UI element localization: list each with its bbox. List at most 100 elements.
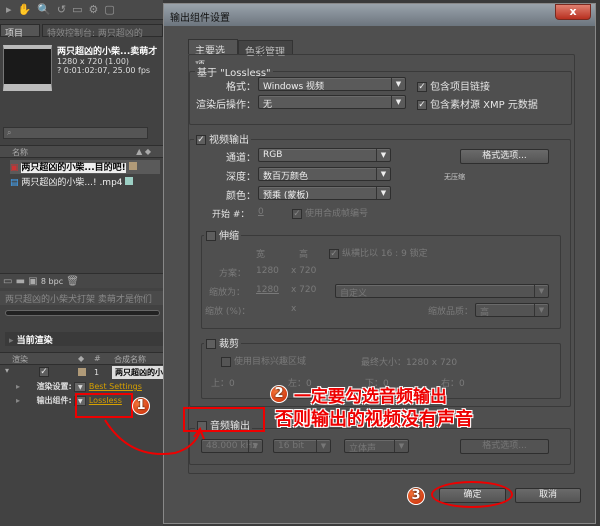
comp-thumbnail bbox=[3, 45, 52, 91]
name-column[interactable]: 名称 bbox=[12, 148, 28, 157]
render-settings-link[interactable]: Best Settings bbox=[89, 382, 142, 391]
stretch-checkbox[interactable]: 伸缩 bbox=[204, 227, 241, 242]
use-comp-frame-checkbox[interactable]: ✓ 使用合成帧编号 bbox=[292, 206, 368, 219]
tab-effect-controls[interactable]: 特效控制台: 两只超凶的 bbox=[42, 24, 163, 39]
chevron-down-icon: ▼ bbox=[376, 187, 390, 199]
list-item[interactable]: ▣ 两只超凶的小柴...目的吧! bbox=[10, 160, 160, 174]
height-header: 高 bbox=[299, 250, 309, 260]
list-header[interactable]: 名称 ▲ ◆ bbox=[0, 145, 163, 158]
trash-icon[interactable]: 🗑 bbox=[66, 276, 79, 287]
current-render-section[interactable]: ▸ 当前渲染 bbox=[5, 332, 163, 346]
new-comp-icon[interactable]: ▣ bbox=[28, 276, 37, 287]
tab-main-options[interactable]: 主要选项 bbox=[188, 39, 238, 72]
chevron-down-icon: ▼ bbox=[391, 96, 405, 108]
render-settings-dropdown[interactable]: ▼ bbox=[74, 381, 87, 392]
chevron-down-icon: ▼ bbox=[394, 440, 408, 452]
stretch-width-input[interactable]: 1280 bbox=[256, 285, 279, 295]
include-xmp-checkbox[interactable]: ✓ 包含素材源 XMP 元数据 bbox=[417, 96, 538, 111]
start-label: 开始 #： bbox=[212, 210, 250, 220]
format-select[interactable]: Windows 视频 ▼ bbox=[258, 77, 406, 92]
bit-depth[interactable]: 8 bpc bbox=[41, 277, 63, 286]
color-label: 颜色： bbox=[226, 191, 256, 202]
dialog-title: 输出组件设置 bbox=[170, 13, 230, 24]
cancel-button[interactable]: 取消 bbox=[515, 488, 581, 503]
rendering-label: 方案： bbox=[219, 269, 247, 279]
dialog-titlebar[interactable]: 输出组件设置 bbox=[164, 4, 595, 26]
render-queue-title: 两只超凶的小柴犬打架 卖萌才是你们 bbox=[0, 291, 163, 305]
project-duration: ? 0:01:02:07, 25.00 fps bbox=[57, 66, 151, 75]
final-size: 最终大小：1280 x 720 bbox=[361, 358, 458, 368]
depth-select[interactable]: 数百万颜色 ▼ bbox=[258, 167, 391, 182]
audio-format-options-button[interactable]: 格式选项... bbox=[460, 439, 549, 454]
step-3-badge: 3 bbox=[407, 487, 425, 505]
audio-channels-select[interactable]: 立体声 ▼ bbox=[344, 439, 409, 454]
footage-icon: ▤ bbox=[10, 178, 19, 188]
stretch-quality-label: 缩放品质： bbox=[428, 307, 474, 317]
chevron-down-icon: ▼ bbox=[248, 440, 262, 452]
folder-icon[interactable]: ▬ bbox=[16, 276, 25, 287]
step-2-badge: 2 bbox=[270, 385, 288, 403]
chevron-down-icon: ▼ bbox=[391, 78, 405, 90]
chevron-down-icon: ▼ bbox=[376, 149, 390, 161]
crop-checkbox[interactable]: 裁剪 bbox=[204, 335, 241, 350]
project-resolution: 1280 x 720 (1.00) bbox=[57, 57, 130, 66]
render-queue-row[interactable]: ▾ ✓ 1 两只超凶的小 bbox=[0, 366, 163, 379]
interpret-icon[interactable]: ▭ bbox=[3, 276, 12, 287]
list-item[interactable]: ▤ 两只超凶的小柴...! .mp4 bbox=[10, 175, 134, 189]
bit-depth-select[interactable]: 16 bit ▼ bbox=[273, 439, 331, 453]
lock-aspect-checkbox[interactable]: ✓ 纵横比以 16 : 9 锁定 bbox=[329, 246, 428, 259]
comp-icon: ▣ bbox=[10, 163, 19, 173]
project-footer: ▭ ▬ ▣ 8 bpc 🗑 bbox=[0, 273, 163, 288]
include-project-link-checkbox[interactable]: ✓ 包含项目链接 bbox=[417, 78, 490, 93]
tab-project[interactable]: 项目 bbox=[0, 24, 40, 39]
rendering-width: 1280 bbox=[256, 266, 279, 276]
stretch-preset-select[interactable]: 自定义 ▼ bbox=[335, 284, 549, 299]
close-button[interactable]: x bbox=[555, 4, 591, 20]
video-output-checkbox[interactable]: ✓ 视频输出 bbox=[194, 131, 251, 146]
stretch-quality-select[interactable]: 高 ▼ bbox=[475, 303, 549, 318]
stretch-to-label: 缩放为： bbox=[209, 288, 246, 298]
video-format-options-button[interactable]: 格式选项... bbox=[460, 149, 549, 164]
tools-toolbar[interactable]: ▸✋🔍↺▭⚙▢ bbox=[0, 0, 163, 20]
step-1-badge: 1 bbox=[132, 397, 150, 415]
label-swatch bbox=[125, 177, 134, 185]
stretch-height-input[interactable]: x 720 bbox=[291, 285, 316, 295]
color-select[interactable]: 预乘 (蒙板) ▼ bbox=[258, 186, 391, 201]
chevron-down-icon: ▼ bbox=[534, 285, 548, 297]
tab-color-management[interactable]: 色彩管理 bbox=[238, 40, 293, 58]
start-frame-input[interactable]: 0 bbox=[258, 207, 264, 217]
render-progress-bar bbox=[5, 310, 160, 316]
annotation-arrow bbox=[104, 419, 205, 455]
label-swatch bbox=[128, 162, 137, 170]
post-render-select[interactable]: 无 ▼ bbox=[258, 95, 406, 110]
stretch-percent-x: x bbox=[291, 304, 297, 314]
format-label: 格式： bbox=[226, 82, 256, 93]
collapse-icon[interactable]: ▾ bbox=[5, 366, 9, 375]
width-header: 宽 bbox=[256, 250, 266, 260]
render-queue-header: 渲染 ◆ # 合成名称 bbox=[0, 352, 163, 365]
use-roi-checkbox[interactable]: 使用目标兴趣区域 bbox=[221, 354, 306, 367]
chevron-down-icon: ▼ bbox=[316, 440, 330, 452]
search-input[interactable]: ⌕ bbox=[3, 127, 148, 139]
compression-label: 无压缩 bbox=[444, 173, 465, 181]
channels-select[interactable]: RGB ▼ bbox=[258, 148, 391, 162]
depth-label: 深度： bbox=[226, 172, 256, 183]
crop-top-input[interactable]: 上：0 bbox=[211, 376, 235, 389]
channels-label: 通道： bbox=[226, 153, 256, 164]
expand-icon: ▸ bbox=[9, 336, 17, 346]
label-icon: ◆ bbox=[78, 354, 85, 363]
chevron-down-icon: ▼ bbox=[376, 168, 390, 180]
annotation-line-2: 否则输出的视频没有声音 bbox=[275, 409, 473, 430]
search-icon: ⌕ bbox=[7, 128, 12, 137]
annotation-ellipse-ok bbox=[431, 481, 513, 508]
sample-rate-select[interactable]: 48.000 kHz ▼ bbox=[201, 439, 263, 453]
annotation-line-1: 一定要勾选音频输出 bbox=[294, 387, 447, 407]
chevron-down-icon: ▼ bbox=[534, 304, 548, 316]
post-render-label: 渲染后操作： bbox=[196, 100, 256, 111]
rendering-height: x 720 bbox=[291, 266, 317, 276]
stretch-percent-label: 缩放 (%)： bbox=[205, 307, 251, 317]
label-swatch bbox=[78, 368, 86, 376]
render-checkbox[interactable]: ✓ bbox=[39, 367, 49, 377]
project-title: 两只超凶的小柴...卖萌才 bbox=[57, 47, 158, 57]
label-tag-icon: ▲ ◆ bbox=[136, 147, 151, 156]
